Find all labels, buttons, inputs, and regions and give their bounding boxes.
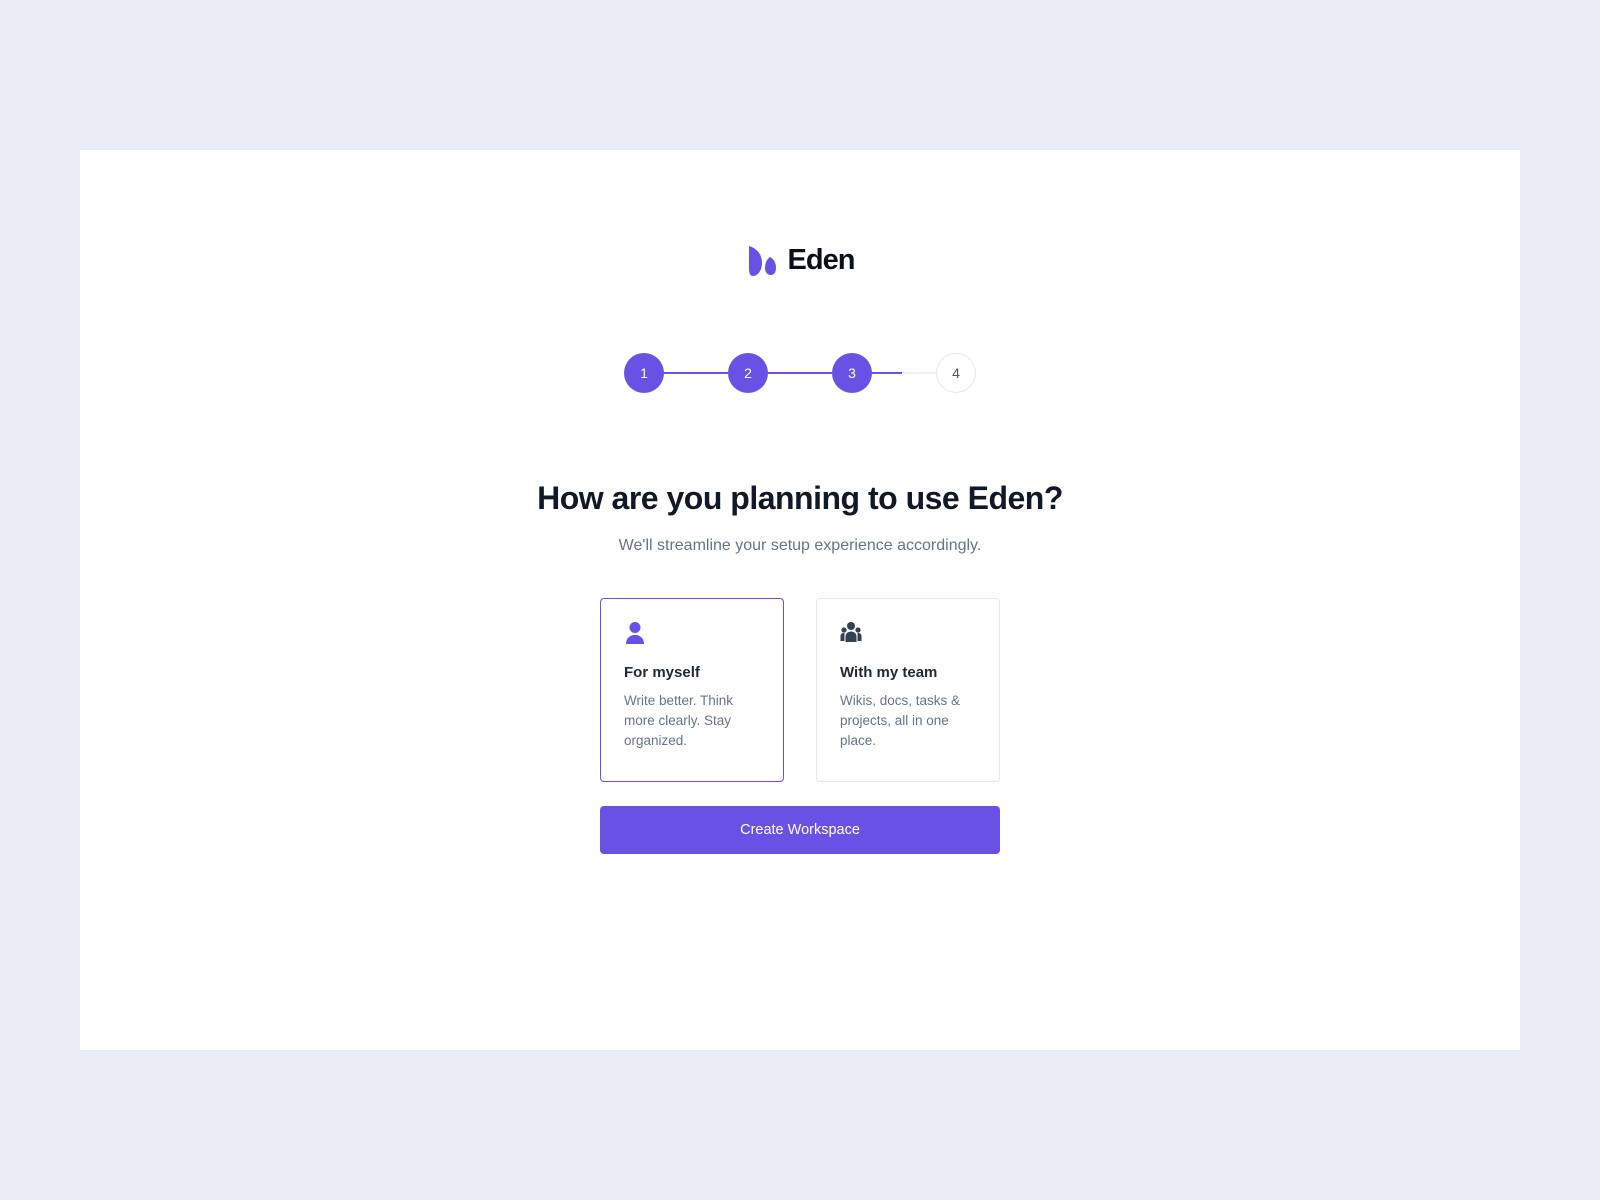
option-description: Write better. Think more clearly. Stay o… bbox=[624, 693, 734, 748]
page-subtitle: We'll streamline your setup experience a… bbox=[618, 537, 982, 554]
brand-name: Eden bbox=[787, 244, 856, 276]
step-4: 4 bbox=[936, 353, 976, 393]
step-number: 1 bbox=[640, 365, 648, 381]
progress-stepper: 1 2 3 4 bbox=[624, 353, 976, 393]
option-for-myself[interactable]: For myself Write better. Think more clea… bbox=[600, 598, 784, 782]
leaf-icon bbox=[748, 245, 776, 276]
step-3: 3 bbox=[832, 353, 872, 393]
team-icon bbox=[840, 622, 862, 642]
step-number: 4 bbox=[952, 365, 960, 381]
step-number: 2 bbox=[744, 365, 752, 381]
step-connector bbox=[902, 372, 936, 374]
user-icon bbox=[626, 622, 644, 644]
step-connector bbox=[662, 372, 728, 374]
option-with-my-team[interactable]: With my team Wikis, docs, tasks & projec… bbox=[816, 598, 1000, 782]
step-connector bbox=[766, 372, 832, 374]
step-connector bbox=[870, 372, 902, 374]
step-2: 2 bbox=[728, 353, 768, 393]
step-1: 1 bbox=[624, 353, 664, 393]
onboarding-card: Eden 1 2 3 4 How are you planning to use… bbox=[80, 150, 1520, 1050]
option-description: Wikis, docs, tasks & projects, all in on… bbox=[840, 693, 961, 748]
step-number: 3 bbox=[848, 365, 856, 381]
option-title: With my team bbox=[840, 664, 938, 681]
option-title: For myself bbox=[624, 664, 700, 681]
brand-logo: Eden bbox=[80, 244, 1520, 277]
page-title: How are you planning to use Eden? bbox=[537, 480, 1063, 516]
create-workspace-button[interactable]: Create Workspace bbox=[600, 806, 1000, 854]
